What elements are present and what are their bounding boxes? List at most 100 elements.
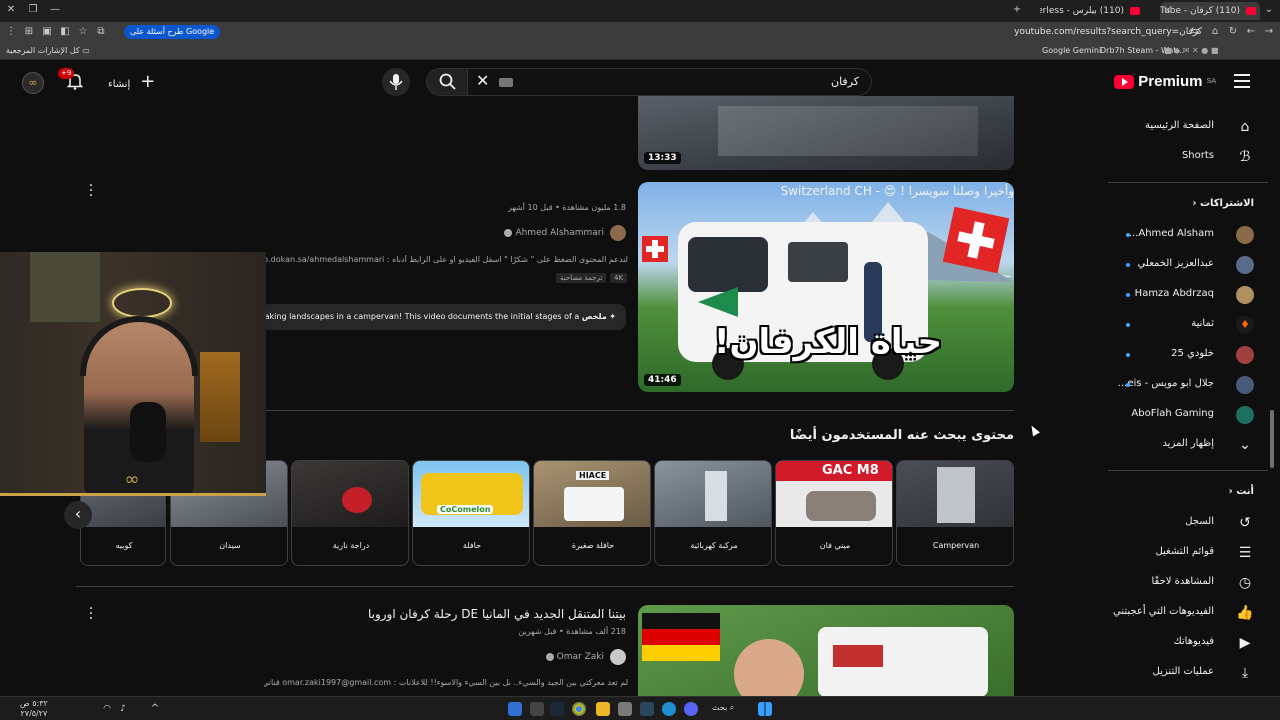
ai-summary-bar[interactable]: ✦ ملخص aking landscapes in a campervan! … bbox=[262, 304, 626, 330]
search-input[interactable]: كرفان bbox=[466, 68, 872, 96]
video-thumbnail[interactable]: 13:33 bbox=[638, 96, 1014, 170]
share-icon[interactable]: ⧉ bbox=[94, 25, 108, 39]
sidebar-item-shorts[interactable]: ℬ Shorts bbox=[1096, 142, 1280, 172]
home-icon[interactable]: ⌂ bbox=[1208, 25, 1222, 39]
sidebar-item-subscription[interactable]: جلال ابو مويس - eis... bbox=[1096, 370, 1280, 400]
window-maximize-icon[interactable]: ❐ bbox=[26, 3, 40, 17]
sidebar-item-history[interactable]: ↺ السجل bbox=[1096, 508, 1280, 538]
taskbar-time: ٥:٣٢ ص bbox=[20, 699, 48, 708]
discord-icon[interactable] bbox=[684, 702, 698, 716]
site-settings-icon[interactable]: ⇆ bbox=[1188, 25, 1202, 39]
video-options-icon[interactable]: · · · bbox=[88, 179, 94, 203]
subscriptions-header[interactable]: الاشتراكات ‹ bbox=[1192, 198, 1254, 209]
tab-active[interactable]: ✕ (110) كرفان - YouTube bbox=[1160, 2, 1260, 20]
search-suggestion-card[interactable]: CoComelon حافلة bbox=[412, 460, 530, 566]
sidebar-item-downloads[interactable]: ⤓ عمليات التنزيل bbox=[1096, 658, 1280, 688]
channel-name[interactable]: Omar Zaki bbox=[543, 652, 604, 662]
you-header[interactable]: أنت ‹ bbox=[1229, 486, 1254, 497]
video-title[interactable]: بيتنا المتنقل الجديد في المانيا DE رحلة … bbox=[368, 607, 626, 621]
steam-icon[interactable] bbox=[640, 702, 654, 716]
url-text[interactable]: youtube.com/results?search_query=كرفان bbox=[1014, 25, 1202, 39]
search-suggestion-card[interactable]: مركبة كهربائية bbox=[654, 460, 772, 566]
bookmark-star-icon[interactable]: ☆ bbox=[76, 25, 90, 39]
back-icon[interactable]: → bbox=[1262, 25, 1276, 39]
search-button[interactable] bbox=[426, 68, 468, 96]
tab-inactive[interactable]: (110) بيلرس - YouTube - erless bbox=[1040, 2, 1144, 20]
sidebar-item-subscription[interactable]: Ahmed Alsham... bbox=[1096, 220, 1280, 250]
new-tab-icon[interactable]: + bbox=[1010, 3, 1024, 17]
tab-title: (110) بيلرس - YouTube - erless bbox=[1040, 6, 1124, 16]
video-title[interactable]: وأخيرا وصلنا سويسرا ! 😍 - Switzerland CH bbox=[781, 184, 1014, 198]
video-thumbnail[interactable]: حياة الكرفان! 41:46 bbox=[638, 182, 1014, 392]
voice-search-button[interactable] bbox=[382, 68, 410, 96]
summary-label: ملخص bbox=[581, 312, 607, 321]
sidebar-item-subscription[interactable]: ♦ ثمانية bbox=[1096, 310, 1280, 340]
windows-start-icon[interactable] bbox=[758, 702, 772, 716]
microphone-icon bbox=[389, 74, 403, 90]
sidebar-scrollbar[interactable] bbox=[1270, 410, 1274, 468]
thumbnail-caption: حياة الكرفان! bbox=[714, 322, 942, 362]
sidebar-item-home[interactable]: ⌂ الصفحة الرئيسية bbox=[1096, 112, 1280, 142]
channel-name[interactable]: Ahmed Alshammari bbox=[501, 228, 604, 238]
extension-icon[interactable]: ▣ bbox=[40, 25, 54, 39]
sidebar-item-show-more[interactable]: ⌄ إظهار المزيد bbox=[1096, 430, 1280, 460]
suggestion-image-vehicle bbox=[806, 491, 876, 521]
sidebar-item-subscription[interactable]: عبدالعزيز الخمعلي bbox=[1096, 250, 1280, 280]
create-button[interactable]: إنشاء + bbox=[108, 72, 155, 95]
youtube-logo[interactable]: Premium SA bbox=[1111, 72, 1216, 92]
menu-dots-icon[interactable]: ⋮ bbox=[4, 25, 18, 39]
chrome-icon[interactable] bbox=[572, 702, 586, 716]
sidebar-item-subscription[interactable]: Hamza Abdrzaq bbox=[1096, 280, 1280, 310]
people-also-search-heading: محتوى يبحث عنه المستخدمون أيضًا bbox=[789, 428, 1014, 443]
search-suggestion-card[interactable]: دراجة نارية bbox=[291, 460, 409, 566]
bookmark-icons[interactable]: ■ ◆ ✉ ✕ ● ■ bbox=[1164, 45, 1218, 57]
bookmark-folder[interactable]: كل الإشارات المرجعية ▭ bbox=[6, 45, 90, 57]
bookmark-item[interactable]: Google Gemini bbox=[1042, 45, 1101, 57]
menu-icon[interactable] bbox=[1234, 74, 1250, 88]
sidebar-item-label: المشاهدة لاحقًا bbox=[1151, 576, 1214, 587]
channel-avatar[interactable] bbox=[610, 225, 626, 241]
taskbar-search-label: بحث bbox=[712, 703, 728, 712]
extension-icon[interactable]: ⊞ bbox=[22, 25, 36, 39]
reload-icon[interactable]: ↻ bbox=[1226, 25, 1240, 39]
folder-icon[interactable] bbox=[596, 702, 610, 716]
sidebar-item-watch-later[interactable]: ◷ المشاهدة لاحقًا bbox=[1096, 568, 1280, 598]
search-suggestion-card[interactable]: Campervan bbox=[896, 460, 1014, 566]
search-suggestion-card[interactable]: HIACE حافلة صغيرة bbox=[533, 460, 651, 566]
suggestion-image: CoComelon bbox=[413, 461, 529, 527]
divider bbox=[1108, 470, 1268, 471]
sidebar-item-liked[interactable]: 👍 الفيديوهات التي أعجبتني bbox=[1096, 598, 1280, 628]
tab-title: (110) كرفان - YouTube bbox=[1160, 6, 1240, 16]
taskbar-search[interactable]: بحث ⌕ bbox=[712, 703, 734, 713]
search-suggestion-card[interactable]: GAC M8 ميني فان bbox=[775, 460, 893, 566]
sidebar-item-subscription[interactable]: AboFlah Gaming bbox=[1096, 400, 1280, 430]
wifi-icon[interactable]: ◠ bbox=[100, 702, 114, 716]
channel-avatar[interactable] bbox=[610, 649, 626, 665]
edge-icon[interactable] bbox=[662, 702, 676, 716]
forward-icon[interactable]: ← bbox=[1244, 25, 1258, 39]
sidebar-item-subscription[interactable]: خلودي 25 bbox=[1096, 340, 1280, 370]
google-ask-button[interactable]: طرح أسئلة على Google bbox=[124, 25, 221, 39]
tray-chevron-icon[interactable]: ^ bbox=[148, 702, 162, 716]
suggestion-image-detail bbox=[705, 471, 727, 521]
sidebar-item-playlists[interactable]: ☰ قوائم التشغيل bbox=[1096, 538, 1280, 568]
scroll-left-button[interactable]: ‹ bbox=[64, 501, 92, 529]
taskbar-clock[interactable]: ٥:٣٢ ص ٢٧/٥/٢٧ bbox=[20, 699, 48, 719]
steam-icon[interactable] bbox=[550, 702, 564, 716]
extension-icon[interactable]: ◧ bbox=[58, 25, 72, 39]
tab-search-icon[interactable]: ⌄ bbox=[1262, 3, 1276, 17]
app-icon[interactable] bbox=[508, 702, 522, 716]
video-options-icon[interactable]: · · · bbox=[88, 602, 94, 626]
window-close-icon[interactable]: ✕ bbox=[4, 3, 18, 17]
sidebar-item-label: جلال ابو مويس - eis... bbox=[1117, 378, 1214, 389]
keyboard-icon[interactable] bbox=[499, 78, 513, 87]
app-icon[interactable] bbox=[530, 702, 544, 716]
tab-close-icon[interactable]: ✕ bbox=[1164, 2, 1172, 20]
window-minimize-icon[interactable]: — bbox=[48, 3, 62, 17]
app-icon[interactable] bbox=[618, 702, 632, 716]
video-thumbnail[interactable] bbox=[638, 605, 1014, 696]
sidebar-item-your-videos[interactable]: ▶ فيديوهاتك bbox=[1096, 628, 1280, 658]
clear-search-icon[interactable]: ✕ bbox=[476, 72, 489, 90]
account-avatar[interactable]: ∞ bbox=[22, 72, 44, 94]
volume-icon[interactable]: ♪ bbox=[116, 702, 130, 716]
